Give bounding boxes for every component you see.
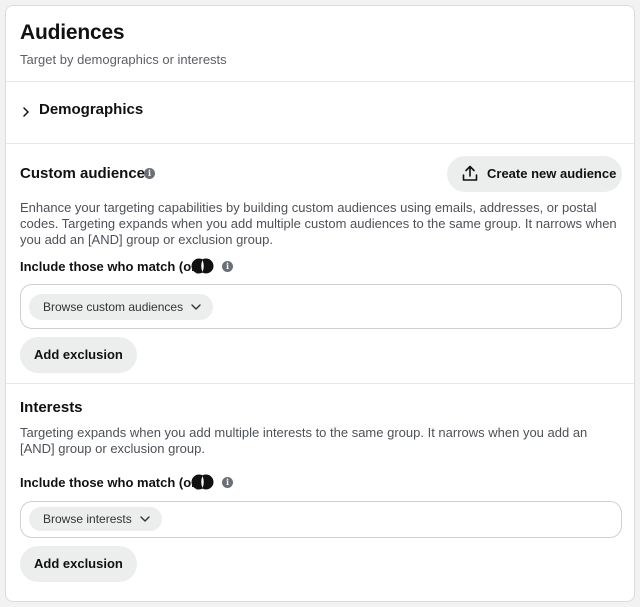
custom-include-label: Include those who match (or): [20, 259, 201, 274]
custom-audience-title: Custom audience: [20, 165, 146, 182]
custom-audience-description: Enhance your targeting capabilities by b…: [20, 200, 617, 247]
custom-audience-field[interactable]: Browse custom audiences: [20, 284, 622, 329]
page-subtitle: Target by demographics or interests: [20, 52, 227, 67]
or-toggle-icon[interactable]: [191, 474, 214, 490]
browse-interests-dropdown[interactable]: Browse interests: [29, 507, 162, 531]
demographics-label: Demographics: [39, 101, 144, 118]
custom-add-exclusion-button[interactable]: Add exclusion: [20, 337, 137, 373]
audiences-header: Audiences Target by demographics or inte…: [6, 6, 634, 82]
custom-audience-info-icon[interactable]: i: [144, 168, 155, 179]
demographics-expander[interactable]: Demographics: [6, 82, 634, 144]
interests-description: Targeting expands when you add multiple …: [20, 425, 588, 456]
interests-add-exclusion-button[interactable]: Add exclusion: [20, 546, 137, 582]
chevron-down-icon: [140, 516, 150, 522]
interests-include-label: Include those who match (or): [20, 475, 201, 490]
interests-field[interactable]: Browse interests: [20, 501, 622, 538]
section-divider: [6, 383, 634, 384]
custom-include-info-icon[interactable]: i: [222, 261, 233, 272]
create-new-audience-label: Create new audience: [487, 166, 617, 181]
page-title: Audiences: [20, 21, 125, 44]
browse-interests-label: Browse interests: [43, 512, 132, 526]
chevron-right-icon: [23, 107, 29, 117]
or-toggle-icon[interactable]: [191, 258, 214, 274]
upload-icon: [462, 165, 478, 181]
browse-custom-audiences-label: Browse custom audiences: [43, 300, 184, 314]
interests-title: Interests: [20, 399, 83, 416]
create-new-audience-button[interactable]: Create new audience: [447, 156, 622, 192]
browse-custom-audiences-dropdown[interactable]: Browse custom audiences: [29, 294, 214, 320]
chevron-down-icon: [191, 304, 201, 310]
audiences-card: Audiences Target by demographics or inte…: [5, 5, 635, 602]
interests-include-info-icon[interactable]: i: [222, 477, 233, 488]
